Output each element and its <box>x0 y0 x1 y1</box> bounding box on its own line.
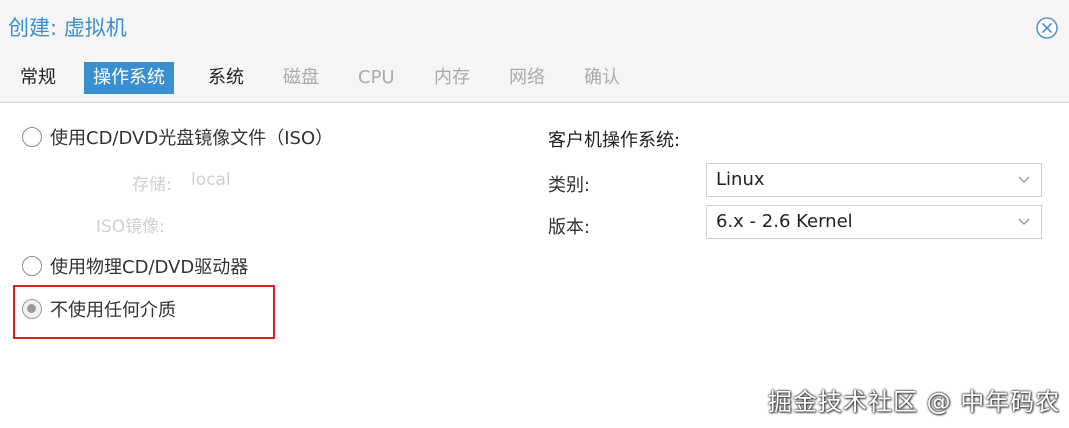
tab-system[interactable]: 系统 <box>199 62 253 94</box>
wizard-tabs: 常规 操作系统 系统 磁盘 CPU 内存 网络 确认 <box>0 56 1069 103</box>
chevron-down-icon[interactable] <box>1018 218 1030 226</box>
media-option-physical-label: 使用物理CD/DVD驱动器 <box>50 257 249 278</box>
os-version-label: 版本: <box>548 217 591 238</box>
tab-os[interactable]: 操作系统 <box>84 62 174 94</box>
radio-physical[interactable] <box>22 256 42 276</box>
os-type-value: Linux <box>716 169 765 190</box>
tab-disks: 磁盘 <box>283 67 319 88</box>
media-option-iso-label: 使用CD/DVD光盘镜像文件（ISO） <box>50 128 334 149</box>
iso-image-label: ISO镜像: <box>96 217 165 237</box>
guest-os-heading: 客户机操作系统: <box>548 130 681 151</box>
tab-network: 网络 <box>509 67 545 88</box>
chevron-down-icon[interactable] <box>1018 176 1030 184</box>
dialog-title: 创建: 虚拟机 <box>8 16 127 40</box>
watermark: 掘金技术社区 @ 中年码农 <box>768 388 1061 416</box>
media-option-iso[interactable]: 使用CD/DVD光盘镜像文件（ISO） <box>22 123 333 151</box>
tab-confirm: 确认 <box>584 67 620 88</box>
os-version-select[interactable]: 6.x - 2.6 Kernel <box>706 205 1042 239</box>
os-version-value: 6.x - 2.6 Kernel <box>716 211 853 232</box>
close-icon[interactable] <box>1035 16 1059 40</box>
radio-iso[interactable] <box>22 127 42 147</box>
highlight-annotation <box>13 285 275 339</box>
tab-cpu: CPU <box>358 67 395 88</box>
storage-value: local <box>191 170 231 190</box>
dialog-titlebar: 创建: 虚拟机 <box>0 0 1069 56</box>
tab-memory: 内存 <box>434 67 470 88</box>
storage-label: 存储: <box>132 175 172 195</box>
tab-general[interactable]: 常规 <box>11 62 65 94</box>
os-type-label: 类别: <box>548 175 591 196</box>
os-type-select[interactable]: Linux <box>706 163 1042 197</box>
media-option-physical[interactable]: 使用物理CD/DVD驱动器 <box>22 252 248 280</box>
